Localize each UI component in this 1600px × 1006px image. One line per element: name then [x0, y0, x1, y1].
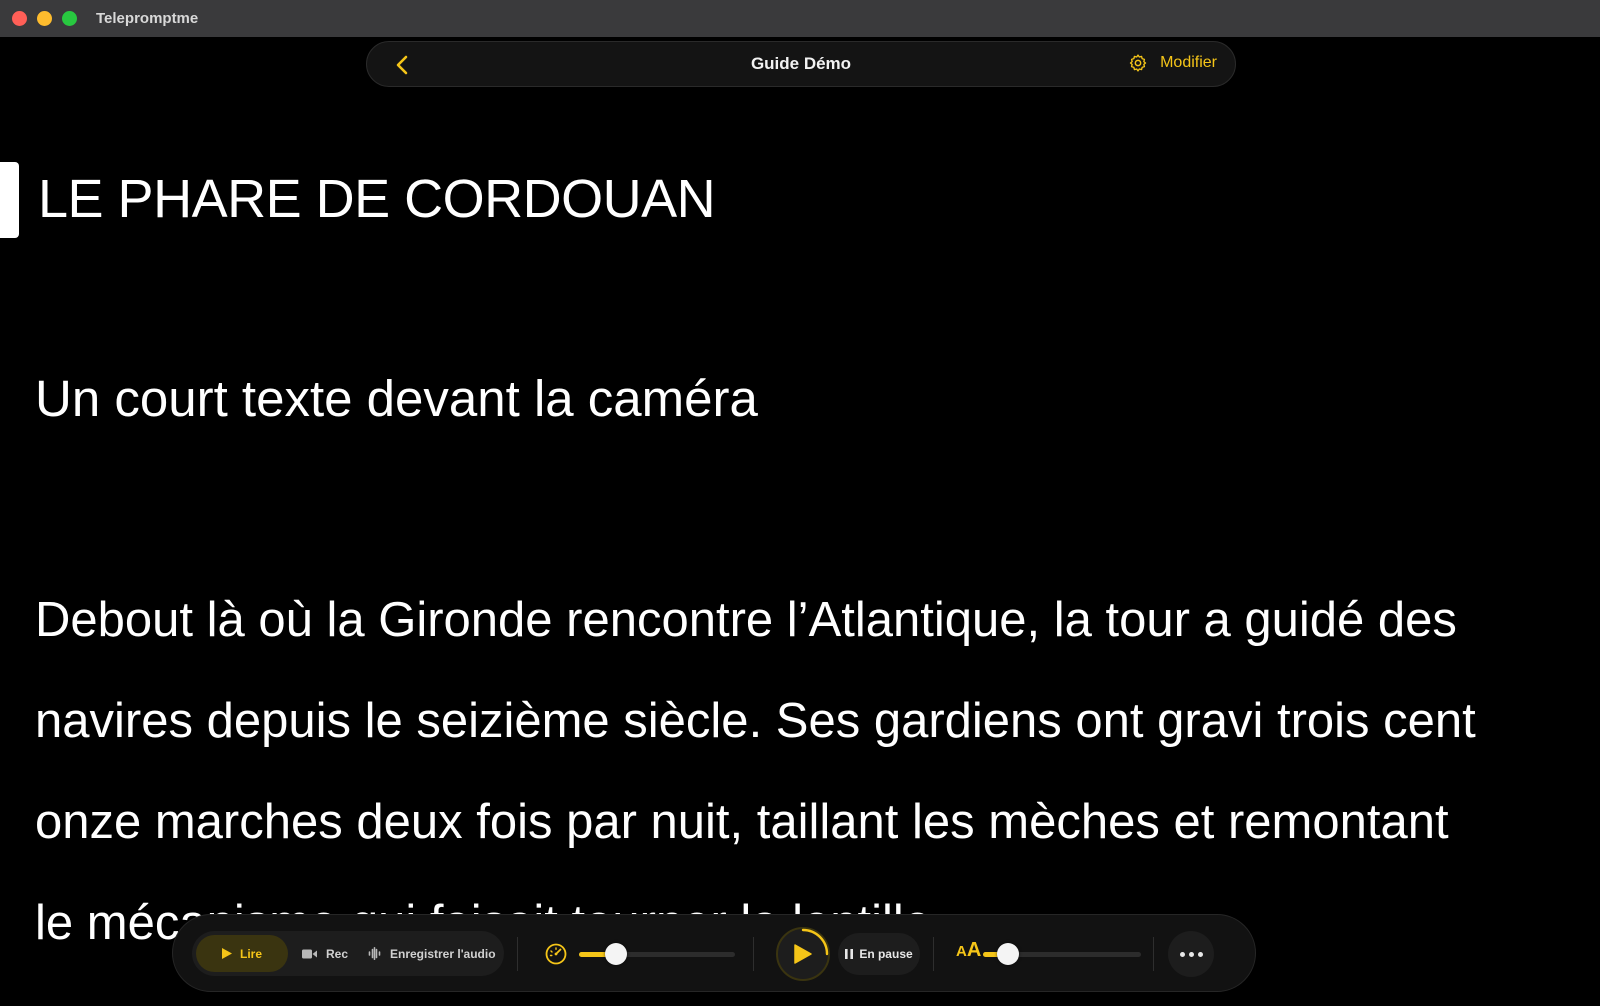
script-heading: LE PHARE DE CORDOUAN	[38, 169, 716, 229]
mode-audio-button[interactable]: Enregistrer l'audio	[368, 935, 496, 972]
waveform-icon	[368, 947, 381, 960]
script-subtitle: Un court texte devant la caméra	[35, 370, 758, 427]
mode-selector: Lire Rec Enregistrer l'audio	[192, 931, 504, 976]
script-line: navires depuis le seizième siècle. Ses g…	[35, 694, 1476, 748]
script-line: onze marches deux fois par nuit, taillan…	[35, 795, 1449, 849]
playback-control-bar: Lire Rec Enregistrer l'audio En pause AA	[172, 914, 1256, 992]
play-small-icon	[221, 948, 232, 959]
ellipsis-icon	[1179, 951, 1203, 957]
script-header-bar: Guide Démo Modifier	[366, 41, 1236, 87]
font-size-slider[interactable]	[983, 943, 1141, 965]
minimize-window-button[interactable]	[37, 11, 52, 26]
divider	[517, 937, 518, 971]
zoom-window-button[interactable]	[62, 11, 77, 26]
mode-rec-label: Rec	[326, 946, 349, 961]
pause-icon	[845, 949, 854, 959]
playback-status-badge: En pause	[838, 933, 920, 975]
script-line: Debout là où la Gironde rencontre l’Atla…	[35, 593, 1457, 647]
window-title-bar: Telepromptme	[0, 0, 1600, 37]
window-controls	[12, 11, 77, 26]
script-title: Guide Démo	[750, 54, 852, 73]
divider	[753, 937, 754, 971]
playback-status-label: En pause	[859, 947, 913, 961]
play-progress-ring	[801, 928, 829, 956]
play-button[interactable]	[776, 927, 830, 981]
speed-gauge-icon	[545, 943, 567, 965]
edit-label: Modifier	[1160, 54, 1217, 71]
mode-play-button[interactable]: Lire	[196, 935, 288, 972]
speed-slider-thumb[interactable]	[605, 943, 627, 965]
mode-play-label: Lire	[239, 946, 262, 961]
font-size-icon: AA	[956, 939, 982, 961]
video-camera-icon	[302, 949, 317, 958]
speed-slider[interactable]	[579, 943, 735, 965]
divider	[1153, 937, 1154, 971]
mode-rec-button[interactable]: Rec	[302, 935, 348, 972]
divider	[933, 937, 934, 971]
mode-audio-label: Enregistrer l'audio	[390, 946, 496, 961]
gear-icon	[1129, 54, 1147, 72]
app-title: Telepromptme	[96, 10, 199, 27]
more-options-button[interactable]	[1168, 931, 1214, 977]
reading-position-marker	[0, 162, 19, 238]
close-window-button[interactable]	[12, 11, 27, 26]
font-size-slider-thumb[interactable]	[997, 943, 1019, 965]
edit-button[interactable]: Modifier	[1128, 53, 1217, 73]
